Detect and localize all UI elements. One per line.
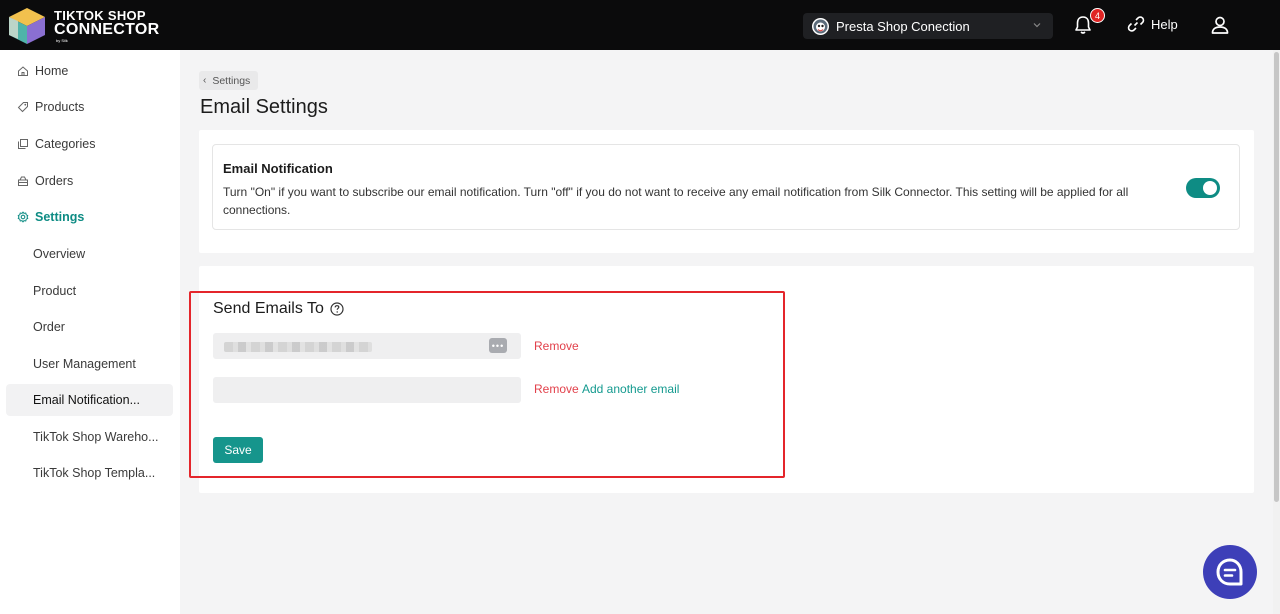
logo-line2: CONNECTOR	[54, 21, 160, 38]
remove-email-1-link[interactable]: Remove	[534, 339, 579, 353]
sidebar-item-label: Categories	[35, 137, 96, 151]
help-label: Help	[1151, 16, 1178, 32]
sidebar-subitem-user-management[interactable]: User Management	[6, 348, 173, 380]
remove-email-2-link[interactable]: Remove	[534, 382, 579, 396]
sidebar-subitem-order[interactable]: Order	[6, 311, 173, 343]
help-circle-icon[interactable]	[330, 302, 344, 316]
tag-icon	[17, 101, 29, 113]
link-icon	[1127, 16, 1145, 32]
sidebar-subitem-label: TikTok Shop Templa...	[33, 466, 156, 480]
shop-connection-select[interactable]: Presta Shop Conection	[803, 13, 1053, 39]
notification-description: Turn "On" if you want to subscribe our e…	[223, 185, 1129, 217]
sidebar-subitem-label: User Management	[33, 357, 136, 371]
email-notification-toggle[interactable]	[1186, 178, 1220, 198]
send-emails-title: Send Emails To	[213, 300, 344, 318]
chat-icon	[1216, 558, 1243, 586]
home-icon	[17, 65, 29, 77]
email-field-2[interactable]	[213, 377, 521, 403]
user-icon[interactable]	[1209, 14, 1231, 36]
sidebar-item-label: Orders	[35, 174, 74, 188]
sidebar-item-label: Home	[35, 64, 69, 78]
notification-badge: 4	[1090, 8, 1105, 23]
notification-title: Email Notification	[223, 161, 333, 176]
sidebar-item-label: Products	[35, 100, 85, 114]
sidebar-item-orders[interactable]: Orders	[6, 165, 173, 197]
box-icon	[17, 175, 29, 187]
sidebar-subitem-overview[interactable]: Overview	[6, 238, 173, 270]
sidebar-item-products[interactable]: Products	[6, 91, 173, 123]
notification-card: Email Notification Turn "On" if you want…	[199, 130, 1254, 253]
sidebar-subitem-tiktok-template[interactable]: TikTok Shop Templa...	[6, 457, 173, 489]
sidebar-subitem-tiktok-warehouse[interactable]: TikTok Shop Wareho...	[6, 421, 173, 453]
sidebar-item-home[interactable]: Home	[6, 55, 173, 87]
logo-text: TIKTOK SHOP CONNECTOR by Silk	[54, 9, 160, 43]
scrollbar-thumb[interactable]	[1274, 52, 1279, 502]
app-logo[interactable]: TIKTOK SHOP CONNECTOR by Silk	[6, 6, 159, 46]
sidebar-subitem-email-notification[interactable]: Email Notification...	[6, 384, 173, 416]
shop-select-label: Presta Shop Conection	[836, 18, 970, 34]
sidebar-item-categories[interactable]: Categories	[6, 128, 173, 160]
breadcrumb-label: Settings	[212, 74, 251, 87]
copy-icon	[17, 138, 29, 150]
top-bar: TIKTOK SHOP CONNECTOR by Silk Presta Sho…	[0, 0, 1280, 50]
toggle-knob	[1203, 181, 1217, 195]
chevron-down-icon	[1033, 23, 1041, 28]
add-another-email-link[interactable]: Add another email	[582, 382, 679, 396]
page-title: Email Settings	[200, 96, 328, 118]
sidebar-subitem-label: Overview	[33, 247, 86, 261]
chevron-left-icon: ‹	[203, 75, 207, 86]
presta-shop-icon	[812, 17, 829, 35]
gear-icon	[17, 211, 29, 223]
sidebar-item-label: Settings	[35, 210, 85, 224]
chat-button[interactable]	[1203, 545, 1257, 599]
logo-byline: by Silk	[56, 38, 68, 43]
save-button[interactable]: Save	[213, 437, 263, 463]
sidebar-subitem-label: Email Notification...	[33, 393, 140, 407]
notification-setting-box: Email Notification Turn "On" if you want…	[212, 144, 1240, 230]
sidebar-subitem-label: Order	[33, 320, 65, 334]
sidebar-subitem-label: TikTok Shop Wareho...	[33, 430, 159, 444]
more-dots-icon[interactable]: •••	[489, 338, 507, 353]
sidebar-subitem-product[interactable]: Product	[6, 275, 173, 307]
sidebar-item-settings[interactable]: Settings	[6, 201, 173, 233]
redacted-email	[224, 342, 372, 352]
logo-cube-icon	[6, 6, 48, 46]
help-button[interactable]: Help	[1127, 15, 1178, 33]
sidebar-subitem-label: Product	[33, 284, 77, 298]
sidebar: Home Products Categories Orders Settings…	[0, 50, 180, 614]
breadcrumb[interactable]: ‹ Settings	[199, 71, 259, 90]
send-emails-title-text: Send Emails To	[213, 300, 324, 317]
